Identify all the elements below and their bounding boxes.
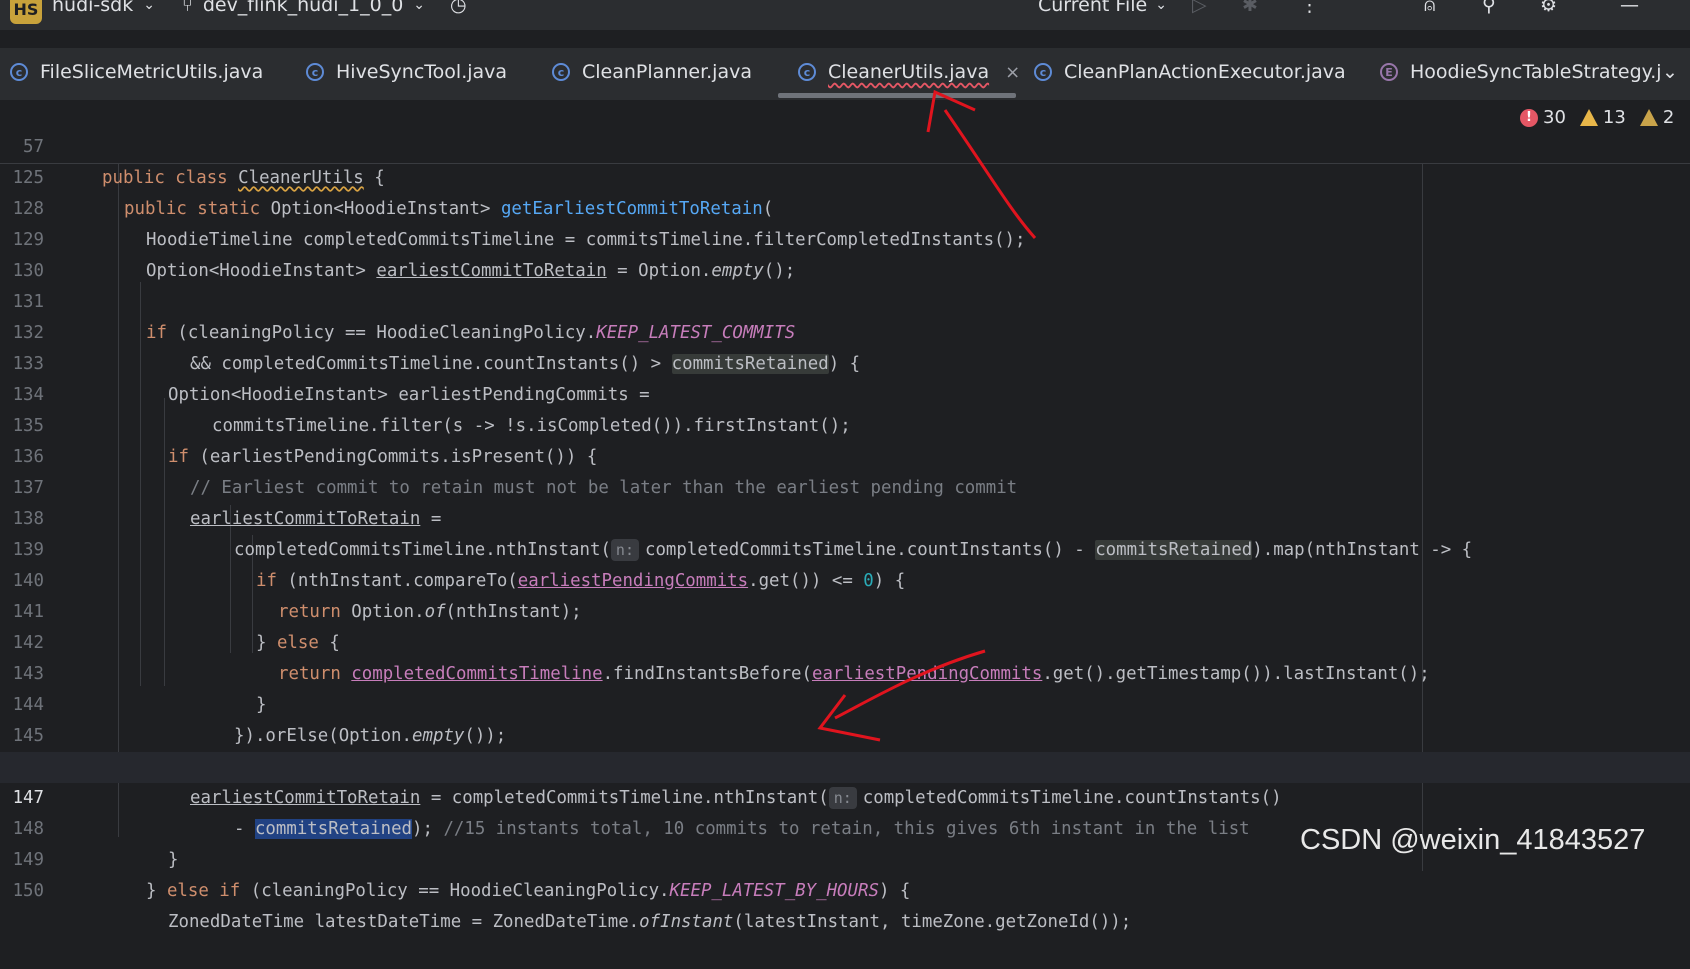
gear-icon[interactable]: ⚙ (1540, 0, 1557, 16)
error-icon: ! (1520, 108, 1538, 127)
tab-label: CleanerUtils.java (828, 61, 990, 83)
line-number: 125 (12, 168, 44, 188)
warning-count[interactable]: 13 (1579, 107, 1626, 128)
add-user-icon[interactable]: ⍝ (1424, 0, 1435, 16)
code-line[interactable]: 148 } (0, 783, 1690, 870)
project-name[interactable]: hudi-sdk ⌄ (52, 0, 155, 16)
code-line[interactable]: 135 if (earliestPendingCommits.isPresent… (0, 380, 1690, 467)
code-line[interactable]: 132 && completedCommitsTimeline.countIns… (0, 287, 1690, 374)
search-icon[interactable]: ⚲ (1482, 0, 1496, 16)
code-line[interactable]: 130 (0, 225, 1690, 281)
code-text: ZonedDateTime latestDateTime = ZonedDate… (168, 912, 1132, 932)
weak-warning-icon (1639, 109, 1658, 126)
active-tab-indicator (778, 93, 1016, 98)
line-number: 150 (12, 881, 44, 901)
code-text: } else if (cleaningPolicy == HoodieClean… (146, 881, 911, 901)
class-icon: c (798, 63, 816, 81)
chevron-down-icon: ⌄ (1155, 0, 1167, 13)
weak-warning-count-label: 2 (1662, 107, 1675, 128)
history-icon[interactable]: ◷ (450, 0, 467, 16)
run-config-label: Current File (1038, 0, 1148, 16)
code-line[interactable]: 146 earliestCommitToRetain = completedCo… (0, 721, 1690, 809)
tab-label: FileSliceMetricUtils.java (40, 61, 264, 83)
code-line[interactable]: 143 } (0, 628, 1690, 715)
error-count-label: 30 (1543, 107, 1566, 128)
tab-label: CleanPlanner.java (582, 61, 752, 83)
class-icon: c (306, 63, 324, 81)
tab-label: HoodieSyncTableStrategy.j (1410, 61, 1662, 83)
debug-icon[interactable]: ✱ (1242, 0, 1258, 16)
tab-cleanerutils[interactable]: c CleanerUtils.java × (798, 48, 1020, 96)
tab-cleanplanner[interactable]: c CleanPlanner.java (552, 48, 752, 96)
run-config-selector[interactable]: Current File ⌄ (1038, 0, 1167, 16)
class-icon: c (10, 63, 28, 81)
error-count[interactable]: ! 30 (1520, 107, 1566, 128)
code-line[interactable]: 136 // Earliest commit to retain must no… (0, 411, 1690, 498)
code-line[interactable]: 139 if (nthInstant.compareTo(earliestPen… (0, 504, 1690, 591)
code-line[interactable]: 145 } else { (0, 690, 1690, 777)
close-icon[interactable]: × (1005, 62, 1020, 83)
code-line[interactable]: 142 return completedCommitsTimeline.find… (0, 597, 1690, 684)
git-branch-icon: ⑂ (182, 0, 193, 16)
sticky-scroll-header: 57 public class CleanerUtils { 125 publi… (0, 101, 1690, 219)
code-line[interactable]: 133 Option<HoodieInstant> earliestPendin… (0, 318, 1690, 405)
code-line[interactable]: 125 public static Option<HoodieInstant> … (0, 132, 1690, 219)
weak-warning-count[interactable]: 2 (1639, 107, 1675, 128)
code-line[interactable]: 137 earliestCommitToRetain = (0, 442, 1690, 529)
code-line[interactable]: 138 completedCommitsTimeline.nthInstant(… (0, 473, 1690, 561)
enum-icon: E (1380, 63, 1398, 81)
title-bar: HS hudi-sdk ⌄ ⑂ dev_flink_hudi_1_0_0 ⌄ ◷… (0, 0, 1690, 30)
run-icon[interactable]: ▷ (1192, 0, 1207, 16)
code-line[interactable]: 57 public class CleanerUtils { (0, 101, 1690, 188)
tab-hoodiesynctablestrategy[interactable]: E HoodieSyncTableStrategy.j (1380, 48, 1662, 96)
chevron-down-icon: ⌄ (143, 0, 155, 13)
tab-label: CleanPlanActionExecutor.java (1064, 61, 1346, 83)
tab-label: HiveSyncTool.java (336, 61, 508, 83)
code-line[interactable]: 141 } else { (0, 566, 1690, 653)
inspection-widget[interactable]: ! 30 13 2 (1520, 107, 1674, 128)
tab-list-chevron-icon[interactable]: ⌄ (1662, 48, 1678, 96)
warning-icon (1579, 109, 1598, 126)
project-badge[interactable]: HS (10, 0, 42, 24)
tab-fileslicemetricutils[interactable]: c FileSliceMetricUtils.java (10, 48, 263, 96)
code-line[interactable]: 144 }).orElse(Option.empty()); (0, 659, 1690, 746)
project-name-label: hudi-sdk (52, 0, 134, 16)
code-text: public class CleanerUtils { (102, 168, 385, 188)
class-icon: c (552, 63, 570, 81)
minimize-icon[interactable]: — (1620, 0, 1639, 16)
code-line[interactable]: 131 if (cleaningPolicy == HoodieCleaning… (0, 256, 1690, 343)
tab-hivesynctool[interactable]: c HiveSyncTool.java (306, 48, 507, 96)
watermark: CSDN @weixin_41843527 (1300, 824, 1646, 856)
chevron-down-icon: ⌄ (413, 0, 426, 13)
code-line[interactable]: 140 return Option.of(nthInstant); (0, 535, 1690, 622)
class-icon: c (1034, 63, 1052, 81)
branch-selector[interactable]: ⑂ dev_flink_hudi_1_0_0 ⌄ (182, 0, 425, 16)
current-code-line[interactable]: 147 - commitsRetained); //15 instants to… (0, 752, 1690, 839)
branch-label: dev_flink_hudi_1_0_0 (202, 0, 404, 16)
code-line[interactable]: 134 commitsTimeline.filter(s -> !s.isCom… (0, 349, 1690, 436)
more-actions-icon[interactable]: ⋮ (1300, 0, 1319, 16)
warning-count-label: 13 (1602, 107, 1626, 128)
code-text: public static Option<HoodieInstant> getE… (124, 199, 774, 219)
tab-cleanplanactionexecutor[interactable]: c CleanPlanActionExecutor.java (1034, 48, 1346, 96)
